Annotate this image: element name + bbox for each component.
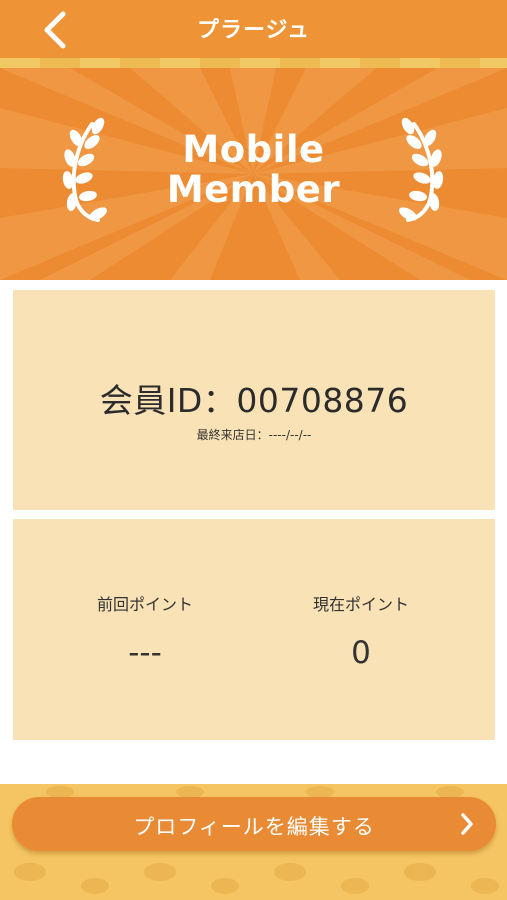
previous-points-label: 前回ポイント [96,595,193,614]
member-id: 会員ID：00708876 [99,381,409,420]
header-stripe [0,58,507,68]
hero-banner: Mobile Member [0,68,507,280]
edit-profile-label: プロフィールを編集する [133,815,375,839]
laurel-right-icon [398,117,444,222]
points-card: 前回ポイント --- 現在ポイント 0 [13,519,495,740]
last-visit-date: 最終来店日：----/--/-- [196,428,312,442]
previous-points-value: --- [128,635,162,671]
current-points: 現在ポイント 0 [271,591,451,671]
chevron-right-icon [461,813,473,835]
current-points-label: 現在ポイント [312,595,409,614]
nav-bar: プラージュ [0,0,507,58]
edit-profile-button[interactable]: プロフィールを編集する [12,797,496,851]
current-points-value: 0 [351,635,371,671]
previous-points: 前回ポイント --- [55,591,235,671]
member-id-card: 会員ID：00708876 最終来店日：----/--/-- [13,290,495,510]
app-logo: プラージュ [196,18,311,43]
